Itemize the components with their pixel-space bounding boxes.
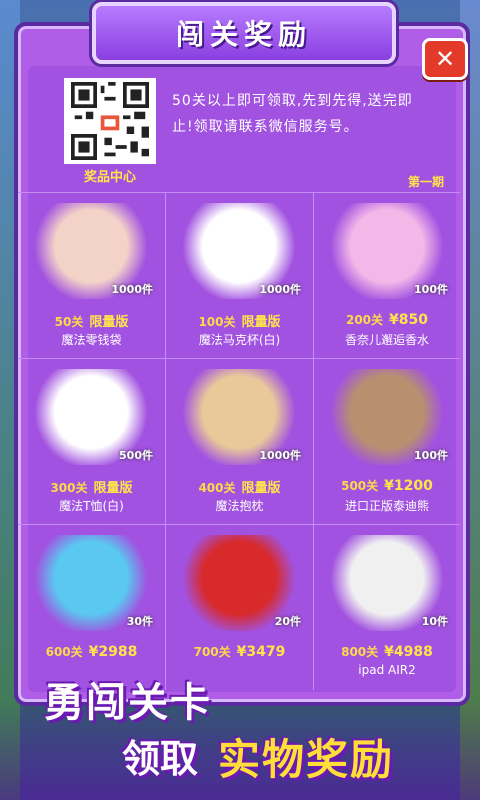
prize-quantity: 1000件 [111, 283, 153, 296]
prize-quantity: 100件 [414, 449, 448, 462]
prize-price-line: 50关 限量版 [18, 311, 165, 330]
prize-tag: ¥2988 [88, 644, 138, 660]
prize-price-line: 600关 ¥2988 [18, 643, 165, 660]
prize-quantity: 1000件 [259, 449, 301, 462]
slogan-line2b: 实物奖励 [218, 735, 395, 784]
prize-grid: 1000件 50关 限量版 魔法零钱袋 1000件 100关 限量版 魔法马克杯(白) 100件… [18, 192, 460, 690]
prize-price-line: 100关 限量版 [166, 311, 313, 330]
prize-tag: ¥3479 [236, 644, 286, 660]
prize-level: 200关 [345, 313, 384, 327]
intro-text: 50关以上即可领取,先到先得,送完即止!领取请联系微信服务号。 [172, 93, 413, 135]
prize-level: 700关 [193, 645, 231, 659]
prize-name: ipad AIR2 [358, 663, 416, 677]
prize-price-line: 800关 ¥4988 [314, 643, 460, 660]
prize-quantity: 10件 [421, 615, 448, 628]
prize-level: 50关 [54, 315, 84, 329]
prize-cell[interactable]: 100件 500关 ¥1200 进口正版泰迪熊 [314, 358, 460, 524]
prize-tag: 限量版 [241, 315, 281, 330]
prize-name: 香奈儿邂逅香水 [344, 333, 429, 347]
prize-quantity: 30件 [126, 615, 153, 628]
page-title: 闯关奖励 [175, 18, 312, 51]
slogan-line2a: 领取 [122, 737, 199, 781]
title-banner: 闯关奖励 [92, 2, 396, 64]
prize-quantity: 100件 [414, 283, 448, 296]
prize-level: 800关 [341, 645, 379, 659]
prize-name: 魔法零钱袋 [61, 333, 122, 347]
prize-cell[interactable]: 10件 800关 ¥4988 ipad AIR2 [314, 524, 460, 690]
prize-name: 进口正版泰迪熊 [344, 499, 429, 513]
prize-level: 500关 [341, 479, 379, 493]
close-button[interactable]: ✕ [422, 38, 468, 80]
prize-price-line: 200关 ¥850 [314, 311, 460, 328]
prize-cell[interactable]: 1000件 100关 限量版魔法马克杯(白) [166, 192, 314, 358]
prize-name: 魔法T恤(白) [59, 499, 124, 513]
prize-quantity: 1000件 [259, 283, 301, 296]
close-icon: ✕ [434, 45, 456, 73]
prize-cell[interactable]: 20件 700关 ¥3479 [166, 524, 314, 690]
prize-price-line: 400关 限量版 [166, 477, 313, 496]
prize-cell[interactable]: 500件 300关 限量版魔法T恤(白) [18, 358, 166, 524]
slogan-line1: 勇闯关卡 [44, 680, 212, 726]
prize-cell[interactable]: 100件 200关 ¥850 香奈儿邂逅香水 [314, 192, 460, 358]
prize-level: 100关 [198, 315, 236, 329]
prize-name: 魔法抱枕 [215, 499, 264, 513]
prize-level: 600关 [45, 645, 83, 659]
prize-tag: 限量版 [93, 481, 133, 496]
prize-cell[interactable]: 1000件 50关 限量版魔法零钱袋 [18, 192, 166, 358]
prize-price-line: 300关 限量版 [18, 477, 165, 496]
prize-quantity: 500件 [119, 449, 153, 462]
prize-price-line: 700关 ¥3479 [166, 643, 313, 660]
prize-tag: 限量版 [241, 481, 281, 496]
prize-tag: ¥4988 [384, 644, 433, 660]
qr-label: 奖品中心 [83, 170, 136, 185]
prize-name: 魔法马克杯(白) [198, 333, 281, 347]
prize-tag: ¥850 [389, 312, 429, 328]
issue-label: 第一期 [408, 175, 445, 189]
prize-cell[interactable]: 1000件 400关 限量版魔法抱枕 [166, 358, 314, 524]
prize-quantity: 20件 [274, 615, 301, 628]
qr-code-icon [71, 82, 149, 160]
prize-level: 400关 [198, 481, 236, 495]
qr-code [64, 78, 156, 164]
prize-tag: ¥1200 [384, 478, 433, 494]
prize-price-line: 500关 ¥1200 [314, 477, 460, 494]
prize-tag: 限量版 [89, 315, 129, 330]
prize-level: 300关 [50, 481, 88, 495]
prize-cell[interactable]: 30件 600关 ¥2988 [18, 524, 166, 690]
